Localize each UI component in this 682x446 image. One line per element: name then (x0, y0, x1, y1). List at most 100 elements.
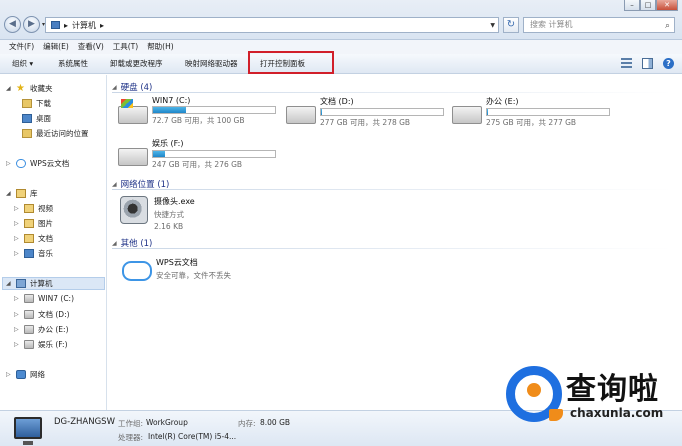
menu-view[interactable]: 查看(V) (78, 40, 104, 54)
drive-icon (24, 310, 34, 319)
address-bar[interactable]: ▸ 计算机 ▸ ▼ (45, 17, 499, 33)
collapse-icon[interactable]: ◢ (112, 84, 117, 91)
sidebar-item-pictures[interactable]: ▷ 图片 (14, 218, 53, 229)
expand-icon[interactable]: ▷ (14, 250, 20, 257)
menu-help[interactable]: 帮助(H) (147, 40, 174, 54)
group-header-hard-drives[interactable]: ◢ 硬盘 (4) (112, 81, 672, 93)
close-button[interactable]: ✕ (656, 0, 678, 11)
expand-icon[interactable]: ▷ (6, 371, 12, 378)
menu-tools[interactable]: 工具(T) (113, 40, 138, 54)
sidebar-label: 文档 (D:) (38, 310, 70, 319)
system-properties-button[interactable]: 系统属性 (58, 54, 88, 74)
sidebar-label: 最近访问的位置 (36, 129, 89, 138)
watermark-logo-icon (506, 366, 563, 422)
forward-button[interactable]: ▶ (23, 16, 40, 33)
camera-icon (120, 196, 148, 224)
sidebar-item-drive-e[interactable]: ▷ 办公 (E:) (14, 324, 69, 335)
drive-item-d[interactable]: 文档 (D:) 277 GB 可用，共 278 GB (286, 96, 444, 128)
item-description: 安全可靠，文件不丢失 (156, 271, 231, 280)
uninstall-program-button[interactable]: 卸载或更改程序 (110, 54, 163, 74)
cloud-icon (16, 159, 26, 168)
drive-usage-bar (152, 150, 276, 158)
highlight-box (248, 51, 334, 74)
view-controls: ? (621, 58, 674, 69)
map-network-drive-button[interactable]: 映射网络驱动器 (185, 54, 238, 74)
sidebar-item-drive-d[interactable]: ▷ 文档 (D:) (14, 309, 70, 320)
drive-item-f[interactable]: 娱乐 (F:) 247 GB 可用，共 276 GB (118, 138, 276, 170)
breadcrumb-computer[interactable]: 计算机 (72, 20, 96, 31)
watermark: 查询啦 chaxunla.com (506, 356, 682, 434)
sidebar-item-downloads[interactable]: 下载 (22, 98, 51, 109)
sidebar-item-recent-places[interactable]: 最近访问的位置 (22, 128, 89, 139)
camera-shortcut-item[interactable]: 摄像头.exe 快捷方式 2.16 KB (120, 196, 195, 231)
music-note-icon (24, 249, 34, 258)
menu-file[interactable]: 文件(F) (9, 40, 34, 54)
collapse-icon[interactable]: ◢ (112, 181, 117, 188)
sidebar-label: 计算机 (30, 279, 53, 288)
preview-pane-icon[interactable] (642, 58, 653, 69)
sidebar-label: 桌面 (36, 114, 51, 123)
group-header-network-locations[interactable]: ◢ 网络位置 (1) (112, 178, 672, 190)
minimize-button[interactable]: – (624, 0, 640, 11)
group-header-other[interactable]: ◢ 其他 (1) (112, 237, 672, 249)
network-icon (16, 370, 26, 379)
sidebar-label: 音乐 (38, 249, 53, 258)
watermark-url: chaxunla.com (570, 406, 664, 420)
group-divider (112, 189, 672, 190)
address-dropdown-icon[interactable]: ▼ (490, 22, 495, 29)
expand-icon[interactable]: ▷ (14, 205, 20, 212)
sidebar-item-music[interactable]: ▷ 音乐 (14, 248, 53, 259)
computer-icon (14, 417, 42, 445)
wps-cloud-item[interactable]: WPS云文档 安全可靠，文件不丢失 (120, 257, 231, 281)
star-icon: ★ (16, 83, 25, 94)
sidebar-item-drive-f[interactable]: ▷ 娱乐 (F:) (14, 339, 68, 350)
expand-icon[interactable]: ▷ (14, 235, 20, 242)
cloud-icon (120, 257, 152, 281)
refresh-button[interactable]: ↻ (503, 17, 519, 33)
sidebar-item-libraries[interactable]: ◢ 库 (6, 188, 38, 199)
sidebar-item-drive-c[interactable]: ▷ WIN7 (C:) (14, 294, 74, 303)
search-input[interactable]: 搜索 计算机 ⌕ (523, 17, 675, 33)
sidebar-item-network[interactable]: ▷ 网络 (6, 369, 45, 380)
sidebar-item-wps[interactable]: ▷ WPS云文档 (6, 158, 69, 169)
expand-icon[interactable]: ▷ (14, 295, 20, 302)
sidebar-item-desktop[interactable]: 桌面 (22, 113, 51, 124)
drive-icon (452, 106, 482, 124)
menu-bar: 文件(F) 编辑(E) 查看(V) 工具(T) 帮助(H) (0, 40, 682, 54)
drive-usage-fill (487, 109, 489, 115)
drive-item-c[interactable]: WIN7 (C:) 72.7 GB 可用，共 100 GB (118, 96, 276, 126)
sidebar-item-videos[interactable]: ▷ 视频 (14, 203, 53, 214)
drive-icon (24, 325, 34, 334)
breadcrumb-arrow-icon[interactable]: ▸ (64, 21, 68, 30)
menu-edit[interactable]: 编辑(E) (43, 40, 69, 54)
expand-icon[interactable]: ▷ (14, 326, 20, 333)
change-view-icon[interactable] (621, 58, 632, 69)
expand-icon[interactable]: ▷ (14, 311, 20, 318)
collapse-icon[interactable]: ◢ (112, 240, 117, 247)
processor-label: 处理器: (118, 433, 144, 442)
collapse-icon[interactable]: ◢ (6, 190, 12, 197)
maximize-button[interactable]: □ (640, 0, 656, 11)
expand-icon[interactable]: ▷ (6, 160, 12, 167)
item-name: WPS云文档 (156, 258, 198, 267)
drive-usage-fill (153, 107, 186, 113)
help-icon[interactable]: ? (663, 58, 674, 69)
group-divider (112, 92, 672, 93)
sidebar-label: WPS云文档 (30, 159, 70, 168)
back-button[interactable]: ◀ (4, 16, 21, 33)
drive-name: 文档 (D:) (320, 97, 354, 106)
collapse-icon[interactable]: ◢ (6, 280, 12, 287)
collapse-icon[interactable]: ◢ (6, 85, 12, 92)
sidebar-item-documents[interactable]: ▷ 文档 (14, 233, 53, 244)
drive-item-e[interactable]: 办公 (E:) 275 GB 可用，共 277 GB (452, 96, 610, 128)
expand-icon[interactable]: ▷ (14, 341, 20, 348)
title-bar: – □ ✕ ◀ ▶ ▾ ▸ 计算机 ▸ ▼ ↻ 搜索 计算机 ⌕ (0, 0, 682, 40)
sidebar-item-favorites[interactable]: ◢ ★ 收藏夹 (6, 83, 53, 94)
expand-icon[interactable]: ▷ (14, 220, 20, 227)
organize-button[interactable]: 组织 ▾ (12, 54, 33, 74)
sidebar-item-computer[interactable]: ◢ 计算机 (2, 277, 105, 290)
drive-free-space: 277 GB 可用，共 278 GB (320, 118, 411, 127)
search-icon[interactable]: ⌕ (665, 19, 670, 33)
drive-usage-fill (321, 109, 323, 115)
breadcrumb-arrow-icon[interactable]: ▸ (100, 21, 104, 30)
